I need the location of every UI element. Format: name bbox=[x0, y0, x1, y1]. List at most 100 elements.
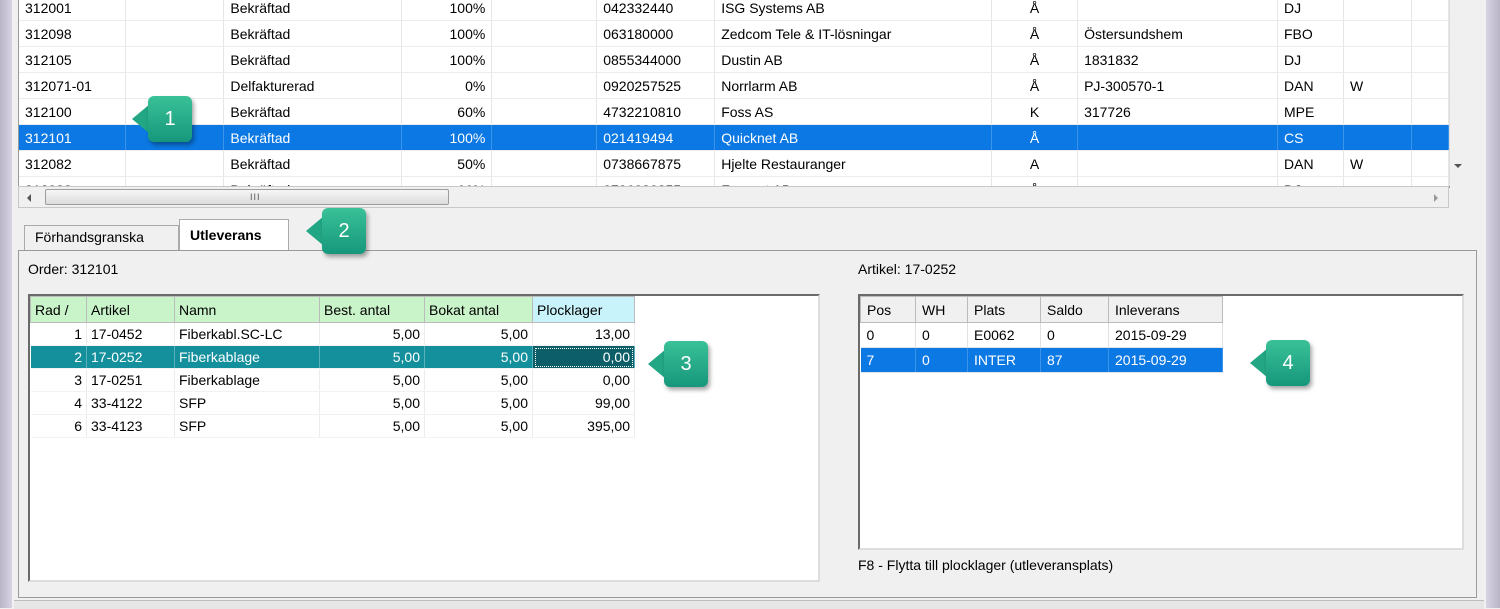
callout-4: 4 bbox=[1250, 340, 1310, 386]
column-header-plats[interactable]: Plats bbox=[967, 296, 1041, 323]
line-namn: SFP bbox=[174, 414, 320, 438]
order-flag: W bbox=[1343, 150, 1412, 177]
order-row[interactable]: 312082 Bekräftad 50% 0738667875 Hjelte R… bbox=[19, 150, 1449, 177]
order-empty bbox=[125, 72, 225, 99]
order-empty bbox=[1411, 124, 1449, 151]
order-phone: 4732210810 bbox=[596, 98, 716, 125]
article-stock-grid[interactable]: Pos WH Plats Saldo Inleverans 0 0 E0062 … bbox=[858, 294, 1464, 550]
scroll-down-arrow-icon[interactable] bbox=[1454, 164, 1462, 168]
order-reference: PJ-300570-1 bbox=[1077, 72, 1278, 99]
stock-row[interactable]: 0 0 E0062 0 2015-09-29 bbox=[860, 322, 1223, 348]
stock-inleverans: 2015-09-29 bbox=[1108, 347, 1223, 373]
orders-vertical-scrollbar[interactable] bbox=[1449, 0, 1467, 186]
order-empty bbox=[491, 150, 598, 177]
order-flag: W bbox=[1343, 72, 1412, 99]
column-header-pos[interactable]: Pos bbox=[860, 296, 916, 323]
order-row[interactable]: 312100 Bekräftad 60% 4732210810 Foss AS … bbox=[19, 98, 1449, 125]
order-number: 312105 bbox=[19, 46, 127, 73]
scroll-left-arrow-icon[interactable] bbox=[27, 194, 31, 202]
column-header-rad[interactable]: Rad / bbox=[30, 296, 87, 323]
f8-hint: F8 - Flytta till plocklager (utleveransp… bbox=[858, 557, 1114, 573]
order-customer: Dustin AB bbox=[714, 46, 993, 73]
order-percent: 100% bbox=[401, 46, 493, 73]
tab-utleverans[interactable]: Utleverans bbox=[179, 219, 289, 251]
column-header-namn[interactable]: Namn bbox=[174, 296, 320, 323]
order-percent: 50% bbox=[401, 150, 493, 177]
order-row[interactable]: 312001 Bekräftad 100% 042332440 ISG Syst… bbox=[19, 0, 1449, 21]
order-empty bbox=[125, 150, 225, 177]
order-reference: 1831832 bbox=[1077, 46, 1278, 73]
order-line-row-selected[interactable]: 2 17-0252 Fiberkablage 5,00 5,00 0,00 bbox=[30, 345, 635, 369]
order-empty bbox=[491, 46, 598, 73]
callout-number: 3 bbox=[680, 353, 692, 375]
order-phone: 042332440 bbox=[596, 0, 716, 21]
column-header-plocklager[interactable]: Plocklager bbox=[532, 296, 635, 323]
line-plocklager[interactable]: 395,00 bbox=[532, 414, 635, 438]
stock-plats: INTER bbox=[967, 347, 1041, 373]
order-line-row[interactable]: 3 17-0251 Fiberkablage 5,00 5,00 0,00 bbox=[30, 368, 635, 392]
line-plocklager-focused[interactable]: 0,00 bbox=[532, 345, 635, 369]
order-flag bbox=[1343, 0, 1412, 21]
column-header-bokat-antal[interactable]: Bokat antal bbox=[424, 296, 533, 323]
order-reference bbox=[1077, 150, 1278, 177]
line-best-antal: 5,00 bbox=[319, 322, 425, 346]
line-plocklager[interactable]: 13,00 bbox=[532, 322, 635, 346]
order-lines-grid[interactable]: Rad / Artikel Namn Best. antal Bokat ant… bbox=[28, 294, 820, 582]
line-best-antal: 5,00 bbox=[319, 391, 425, 415]
orders-horizontal-scrollbar[interactable]: III bbox=[18, 186, 1449, 208]
line-plocklager[interactable]: 0,00 bbox=[532, 368, 635, 392]
callout-number: 2 bbox=[338, 220, 350, 242]
order-signature: DJ bbox=[1277, 46, 1344, 73]
stock-pos: 0 bbox=[860, 322, 916, 348]
order-number: 312001 bbox=[19, 0, 127, 21]
column-header-artikel[interactable]: Artikel bbox=[86, 296, 175, 323]
line-namn: SFP bbox=[174, 391, 320, 415]
line-plocklager[interactable]: 99,00 bbox=[532, 391, 635, 415]
tab-forhandsgranska[interactable]: Förhandsgranska bbox=[24, 225, 179, 250]
order-percent: 100% bbox=[401, 0, 493, 21]
order-status: Bekräftad bbox=[223, 124, 403, 151]
scroll-right-arrow-icon[interactable] bbox=[1434, 194, 1438, 202]
order-number: 312100 bbox=[19, 98, 127, 125]
order-empty bbox=[125, 20, 225, 47]
order-row[interactable]: 312098 Bekräftad 100% 063180000 Zedcom T… bbox=[19, 20, 1449, 47]
order-row-selected[interactable]: 312101 Bekräftad 100% 021419494 Quicknet… bbox=[19, 124, 1449, 151]
order-type: Å bbox=[991, 0, 1079, 21]
order-number: 312082 bbox=[19, 150, 127, 177]
order-percent: 0% bbox=[401, 72, 493, 99]
order-status: Bekräftad bbox=[223, 98, 403, 125]
order-phone: 0920257525 bbox=[596, 72, 716, 99]
order-signature: MPE bbox=[1277, 98, 1344, 125]
order-line-row[interactable]: 6 33-4123 SFP 5,00 5,00 395,00 bbox=[30, 414, 635, 438]
order-line-row[interactable]: 1 17-0452 Fiberkabl.SC-LC 5,00 5,00 13,0… bbox=[30, 322, 635, 346]
order-signature: DAN bbox=[1277, 72, 1344, 99]
order-flag bbox=[1343, 98, 1412, 125]
stock-row-selected[interactable]: 7 0 INTER 87 2015-09-29 bbox=[860, 347, 1223, 373]
order-row[interactable]: 312105 Bekräftad 100% 0855344000 Dustin … bbox=[19, 46, 1449, 73]
order-row[interactable]: 312071-01 Delfakturerad 0% 0920257525 No… bbox=[19, 72, 1449, 99]
column-header-saldo[interactable]: Saldo bbox=[1040, 296, 1109, 323]
callout-2: 2 bbox=[306, 208, 366, 254]
order-empty bbox=[1411, 150, 1449, 177]
callout-1: 1 bbox=[132, 96, 192, 142]
order-phone: 0738667875 bbox=[596, 150, 716, 177]
order-panel-title: Order: 312101 bbox=[28, 261, 119, 277]
orders-grid[interactable]: 312001 Bekräftad 100% 042332440 ISG Syst… bbox=[18, 0, 1450, 188]
line-bokat-antal: 5,00 bbox=[424, 368, 533, 392]
column-header-wh[interactable]: WH bbox=[915, 296, 968, 323]
order-lines-header: Rad / Artikel Namn Best. antal Bokat ant… bbox=[30, 296, 635, 323]
article-stock-header: Pos WH Plats Saldo Inleverans bbox=[860, 296, 1223, 323]
order-empty bbox=[1411, 72, 1449, 99]
order-signature: DAN bbox=[1277, 150, 1344, 177]
order-signature: CS bbox=[1277, 124, 1344, 151]
order-number: 312071-01 bbox=[19, 72, 127, 99]
order-number: 312098 bbox=[19, 20, 127, 47]
line-rad: 4 bbox=[30, 391, 87, 415]
column-header-inleverans[interactable]: Inleverans bbox=[1108, 296, 1223, 323]
order-empty bbox=[491, 72, 598, 99]
column-header-best-antal[interactable]: Best. antal bbox=[319, 296, 425, 323]
orders-table: 312001 Bekräftad 100% 042332440 ISG Syst… bbox=[19, 0, 1449, 187]
scrollbar-thumb[interactable]: III bbox=[45, 189, 449, 205]
order-line-row[interactable]: 4 33-4122 SFP 5,00 5,00 99,00 bbox=[30, 391, 635, 415]
order-percent: 100% bbox=[401, 20, 493, 47]
